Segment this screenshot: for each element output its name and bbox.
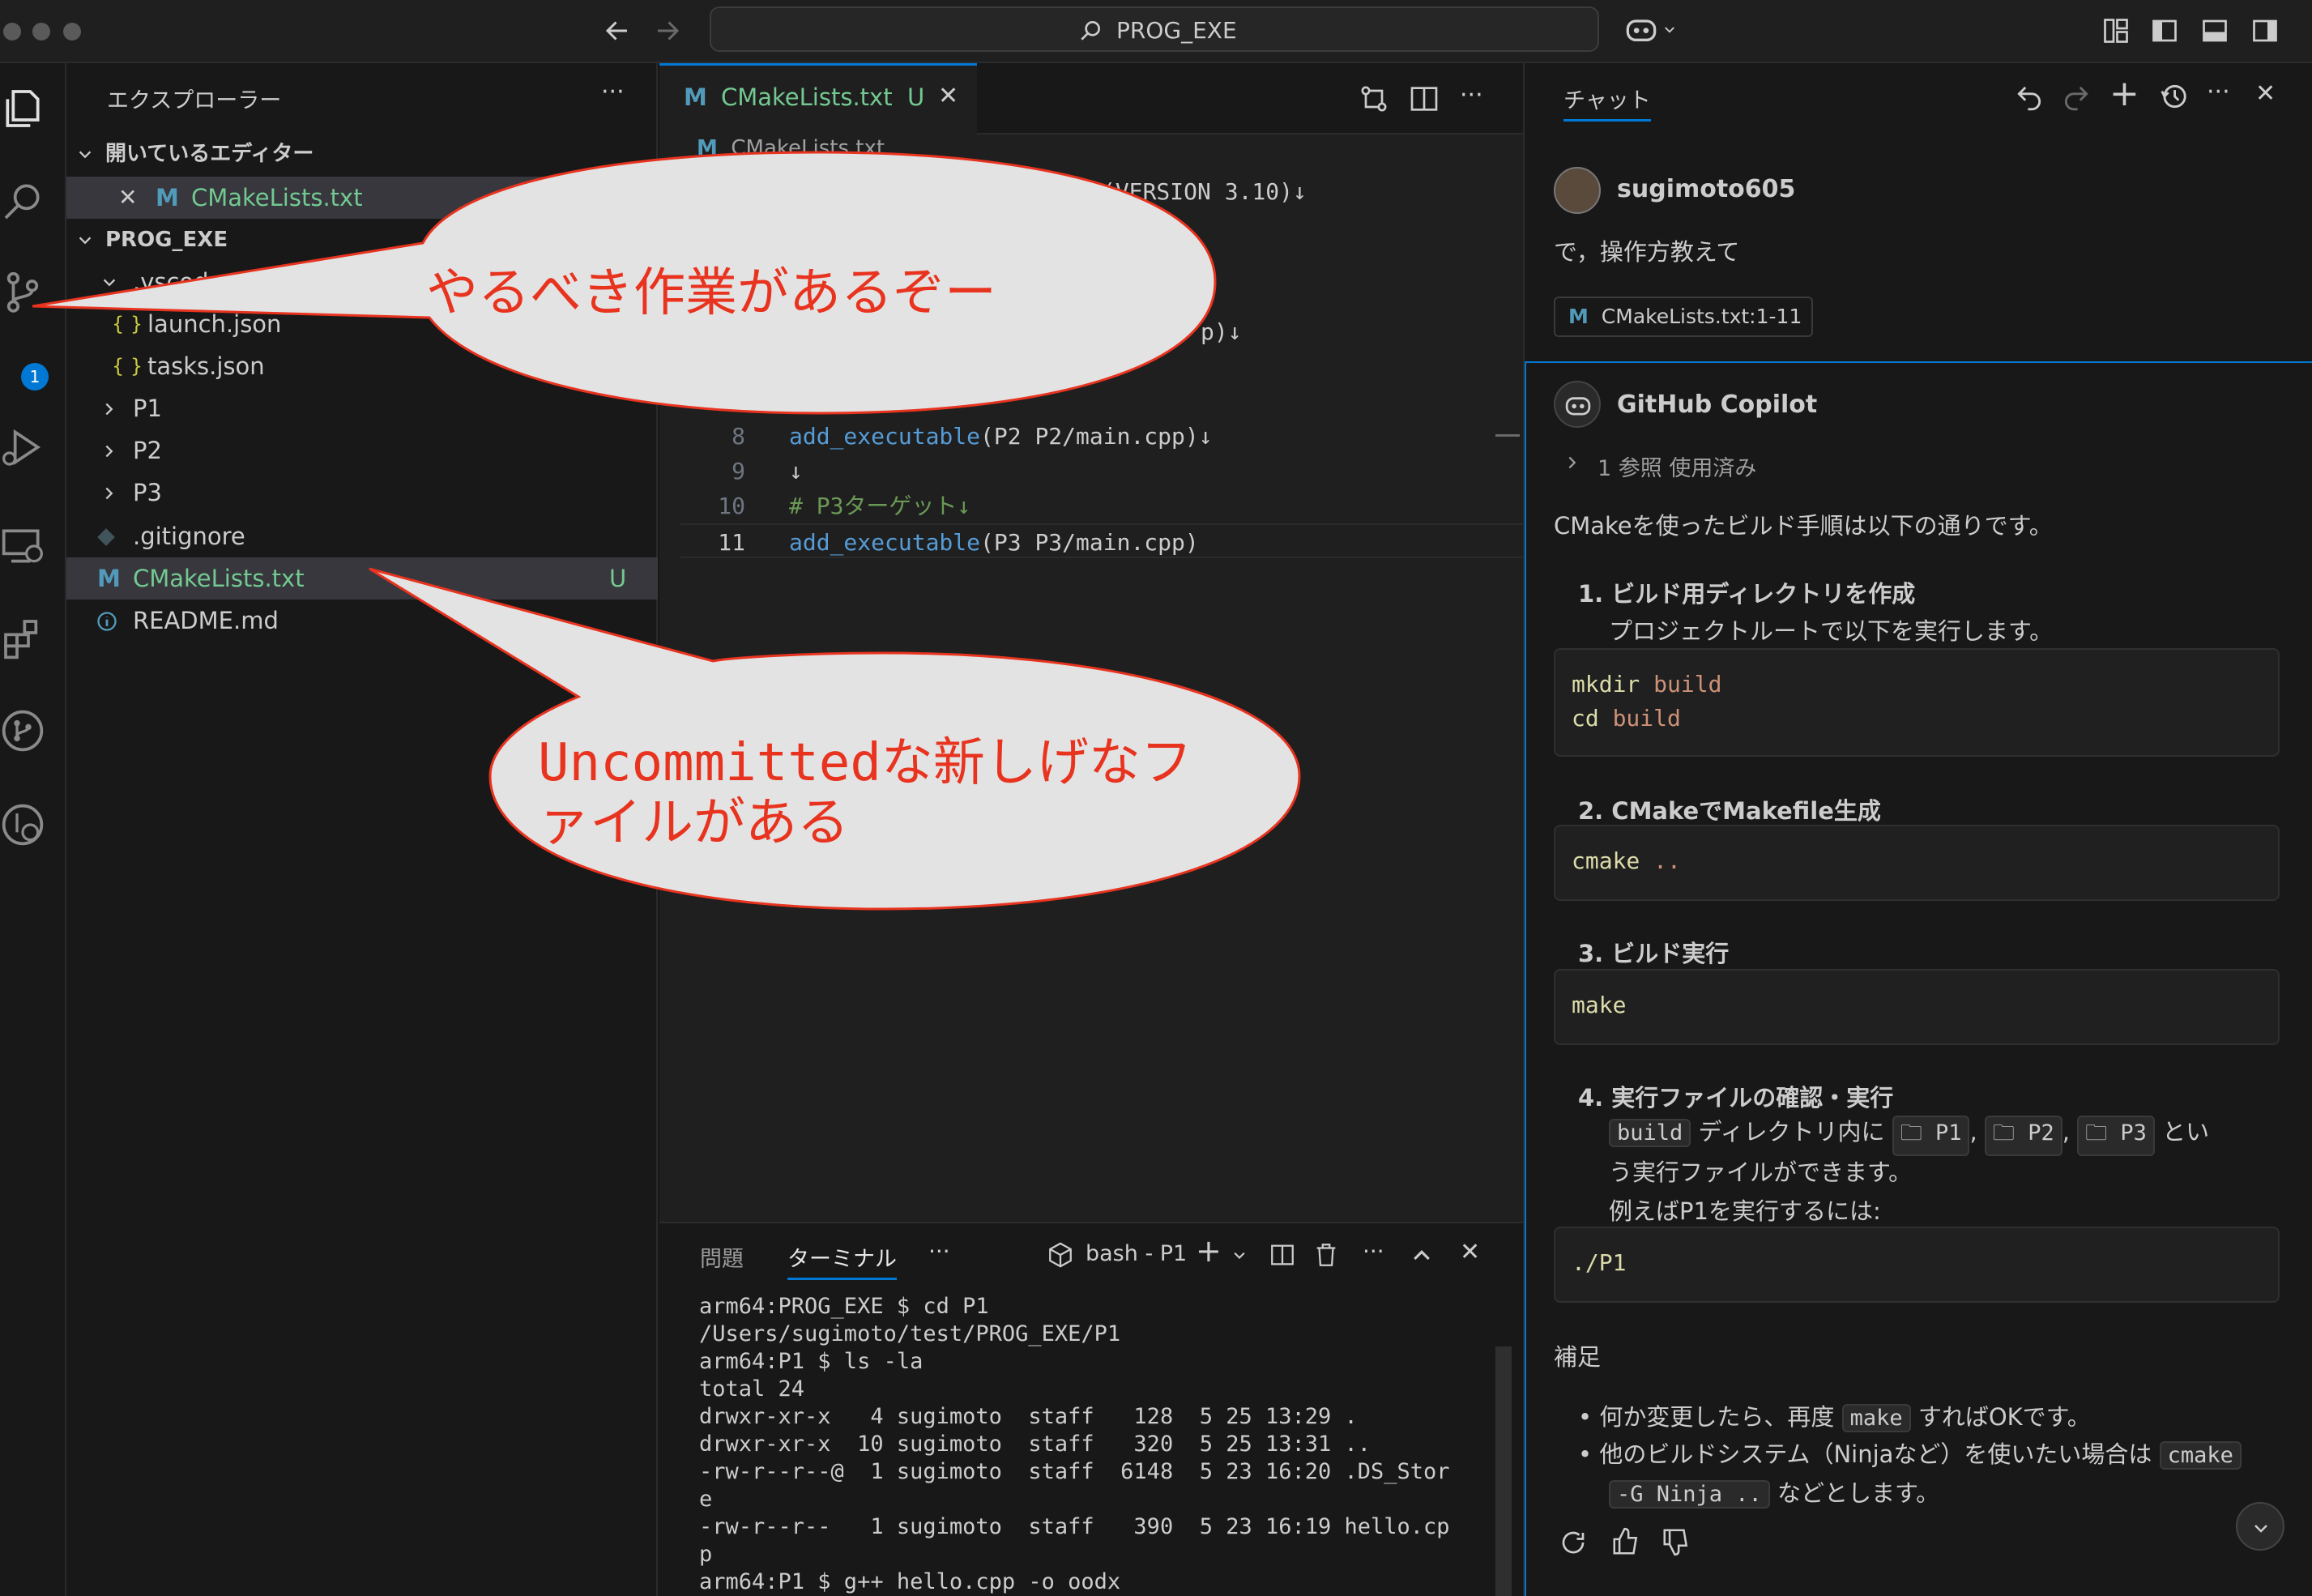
callout-overlay [32,151,1301,911]
callout-text-2b: ァイルがある [538,793,849,853]
callout-text-1: やるべき作業があるぞー [426,263,996,323]
